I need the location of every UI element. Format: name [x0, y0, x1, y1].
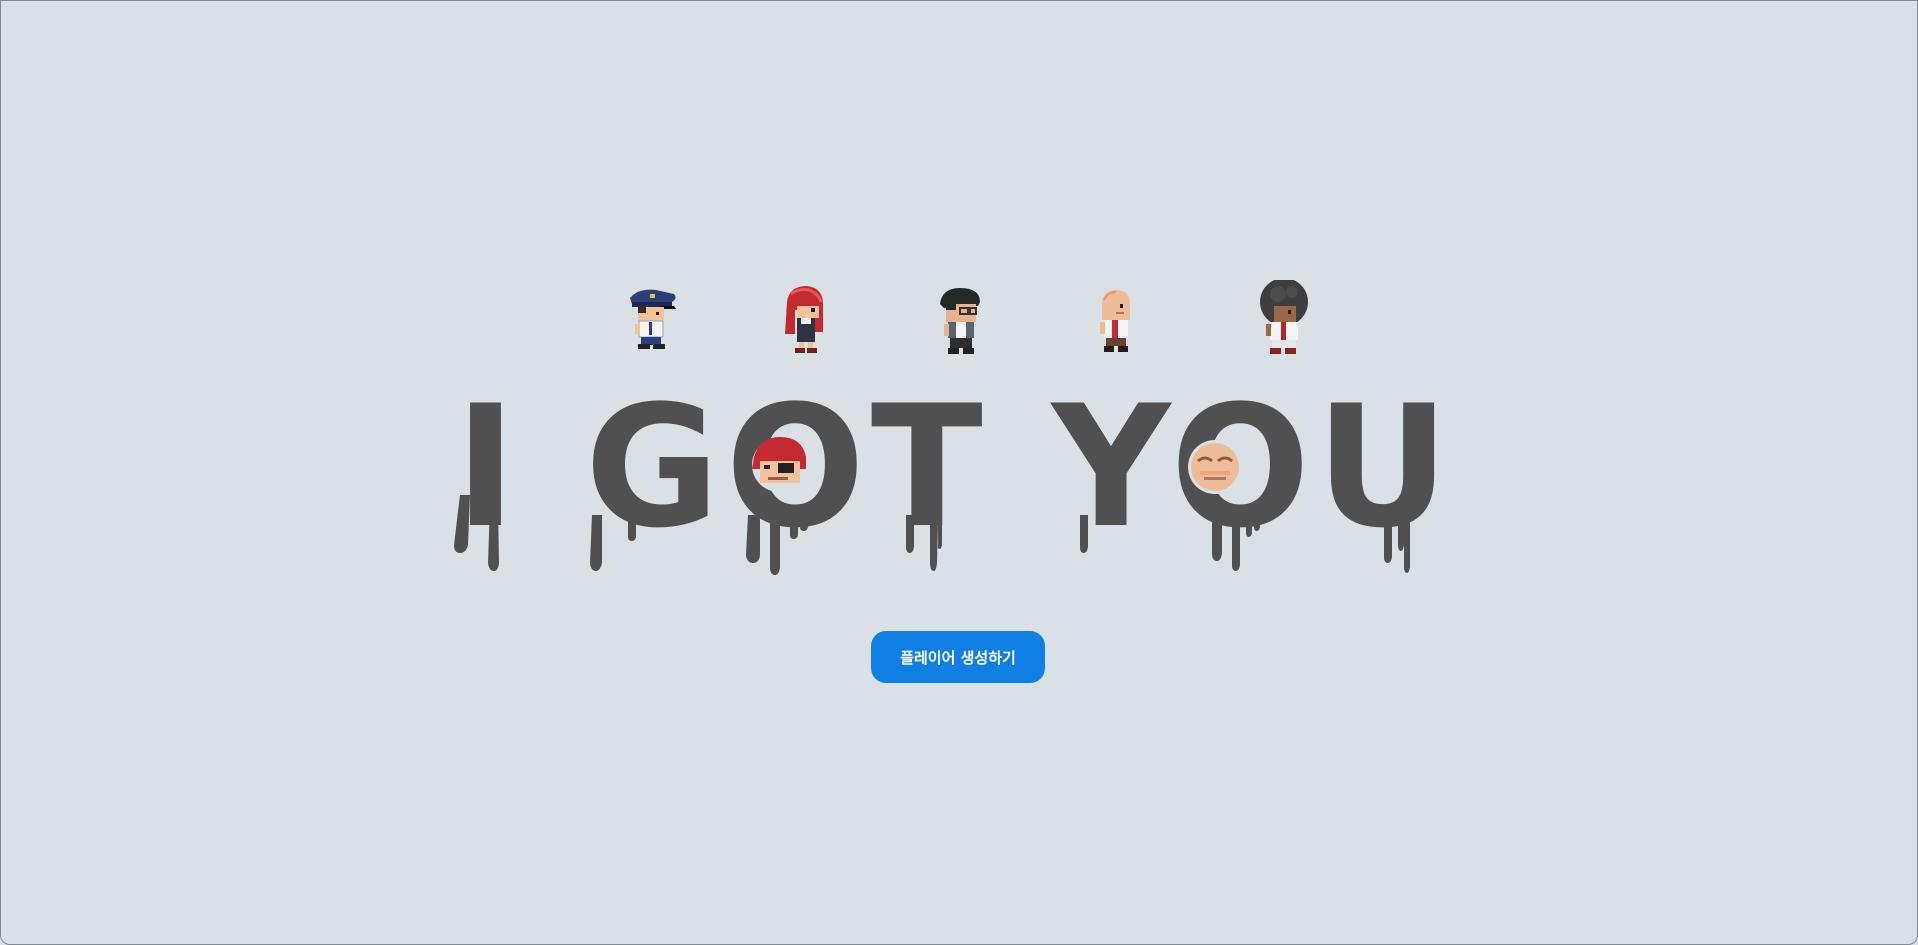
create-player-label: 플레이어 생성하기 — [900, 648, 1016, 667]
o-face-bald-icon — [1188, 440, 1242, 494]
game-title: I GOT YOU — [454, 369, 1455, 575]
game-logo: I GOT YOU — [440, 369, 1470, 585]
game-title-text: I GOT YOU — [455, 395, 1455, 565]
police-officer-character — [630, 289, 676, 349]
red-hair-girl-character — [785, 286, 823, 353]
create-player-button[interactable]: 플레이어 생성하기 — [871, 631, 1045, 683]
bald-man-character — [1100, 290, 1130, 352]
afro-boy-character — [1260, 280, 1308, 354]
glasses-boy-character — [940, 288, 980, 354]
o-face-girl-icon — [752, 437, 806, 492]
character-row — [0, 0, 1918, 400]
